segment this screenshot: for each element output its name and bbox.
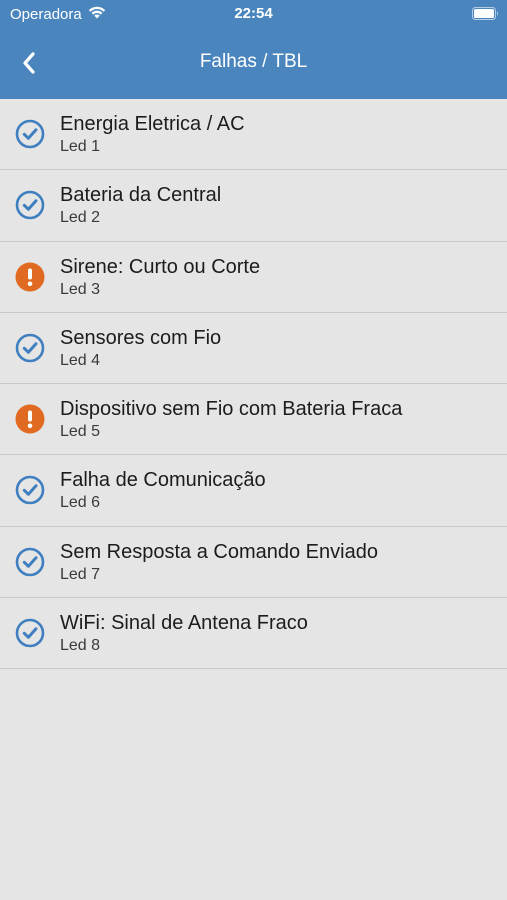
warning-icon: [15, 262, 45, 292]
list-item-title: Dispositivo sem Fio com Bateria Fraca: [60, 398, 403, 421]
warning-icon: [15, 404, 45, 434]
list-item[interactable]: Sensores com Fio Led 4: [0, 312, 507, 385]
list-item-subtitle: Led 8: [60, 637, 101, 655]
list-item-title: Sirene: Curto ou Corte: [60, 255, 261, 278]
check-circle-icon: [15, 618, 45, 648]
nav-bar: Falhas / TBL: [0, 30, 507, 99]
check-circle-icon: [15, 476, 45, 505]
list-item-title: Bateria da Central: [60, 184, 222, 207]
list-item-subtitle: Led 3: [60, 280, 101, 298]
list-item-title: Falha de Comunicação: [60, 469, 266, 492]
list-item[interactable]: Falha de Comunicação Led 6: [0, 455, 507, 527]
status-bar: Operadora 22:54: [0, 0, 507, 30]
list-item[interactable]: Dispositivo sem Fio com Bateria Fraca Led…: [0, 384, 507, 456]
list-item[interactable]: Energia Eletrica / AC Led 1: [0, 99, 507, 171]
list-item-title: Sensores com Fio: [60, 326, 222, 349]
page-title: Falhas / TBL: [199, 51, 308, 72]
header: Operadora 22:54 Falhas / TBL: [0, 0, 507, 99]
app-screen: Operadora 22:54 Falhas / TBL Energia Ele…: [0, 0, 507, 900]
list-item[interactable]: Sirene: Curto ou Corte Led 3: [0, 241, 507, 313]
list-item-subtitle: Led 1: [60, 138, 101, 155]
fault-list: Energia Eletrica / AC Led 1 Bateria da Cen…: [0, 99, 507, 670]
list-item-subtitle: Led 7: [60, 565, 101, 583]
list-item-title: Sem Resposta a Comando Enviado: [60, 540, 378, 563]
list-item[interactable]: Sem Resposta a Comando Enviado Led 7: [0, 526, 507, 599]
list-item-title: Energia Eletrica / AC: [60, 113, 245, 135]
battery-icon: [472, 7, 498, 20]
check-circle-icon: [15, 547, 45, 577]
check-circle-icon: [15, 333, 45, 363]
list-item-subtitle: Led 5: [60, 423, 101, 441]
list-item[interactable]: WiFi: Sinal de Antena Fraco Led 8: [0, 598, 507, 670]
clock: 22:54: [234, 5, 273, 22]
list-item[interactable]: Bateria da Central Led 2: [0, 170, 507, 242]
list-item-subtitle: Led 6: [60, 494, 101, 512]
list-item-title: WiFi: Sinal de Antena Fraco: [60, 612, 308, 635]
list-item-subtitle: Led 4: [60, 351, 101, 369]
check-circle-icon: [15, 119, 45, 149]
list-item-subtitle: Led 2: [60, 209, 101, 227]
check-circle-icon: [15, 190, 45, 220]
